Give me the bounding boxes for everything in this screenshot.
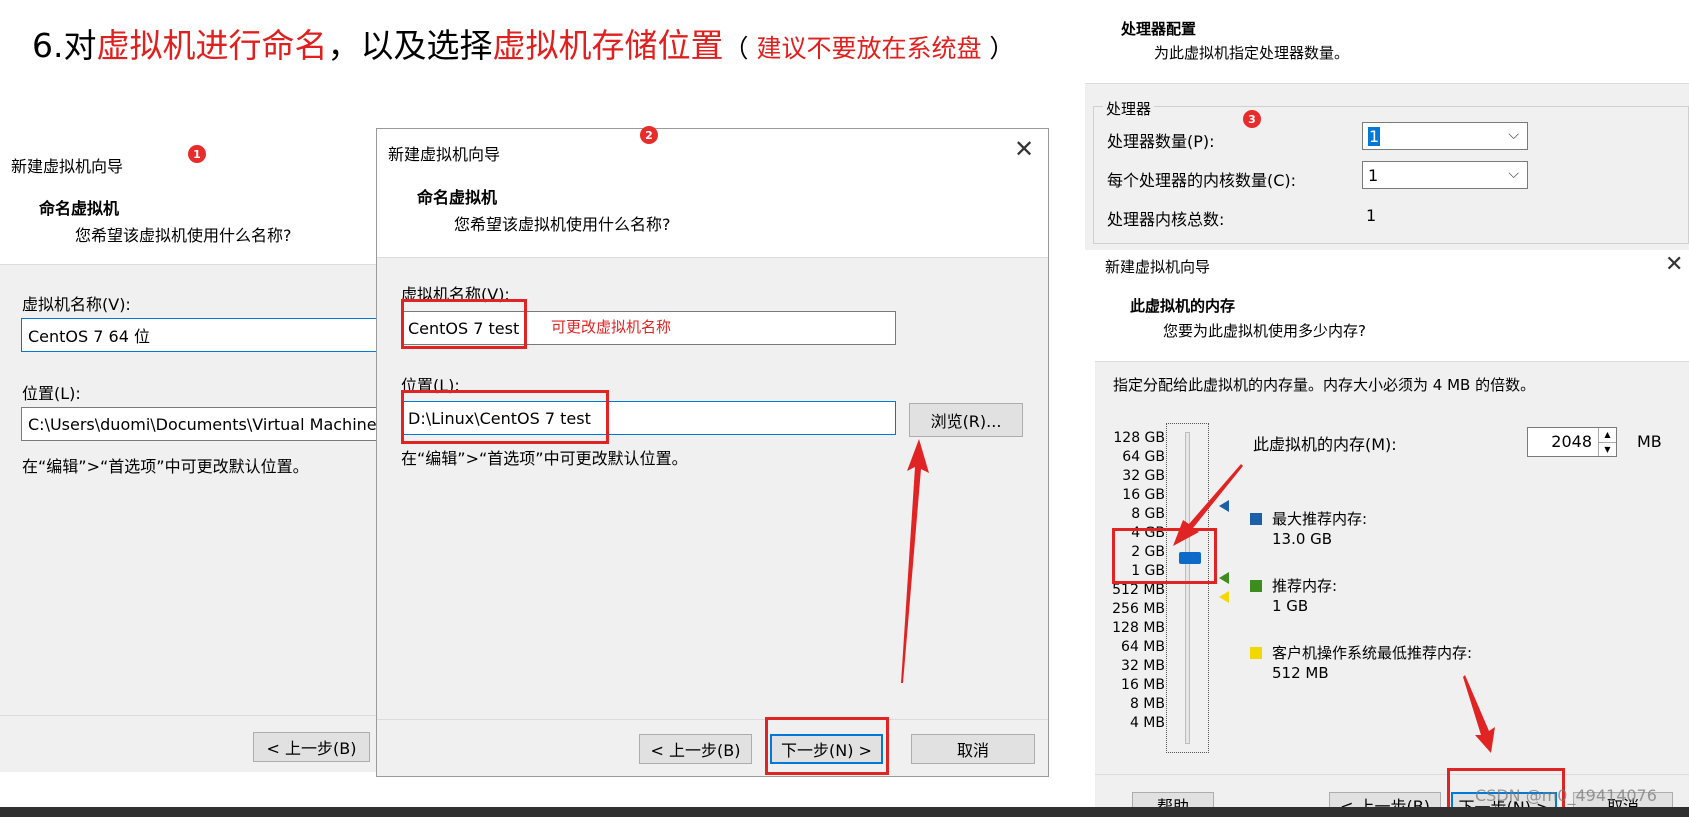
dialog2-name-annotation: 可更改虚拟机名称	[551, 318, 672, 336]
title-step: 6.对	[32, 26, 97, 65]
memory-description: 指定分配给此虚拟机的内存量。内存大小必须为 4 MB 的倍数。	[1113, 376, 1536, 394]
dialog2-hint: 在“编辑”>“首选项”中可更改默认位置。	[401, 449, 688, 468]
processor-count-value: 1	[1368, 126, 1381, 146]
processor-header-title: 处理器配置	[1121, 20, 1197, 38]
scale-label: 2 GB	[1131, 544, 1165, 560]
recommended-value: 1 GB	[1272, 597, 1309, 615]
scale-label: 128 MB	[1112, 620, 1165, 636]
bottom-strip	[0, 807, 1689, 817]
title-paren-open: （	[723, 34, 749, 63]
processor-count-select[interactable]: 1 ⌵	[1362, 122, 1528, 150]
processor-panel: 处理器配置 为此虚拟机指定处理器数量。 处理器 3 处理器数量(P): 1 ⌵ …	[1085, 0, 1689, 250]
dialog1-name-input[interactable]: CentOS 7 64 位	[21, 318, 380, 352]
memory-slider-thumb[interactable]	[1179, 552, 1201, 564]
dialog1-step-badge: 1	[188, 145, 206, 163]
watermark: CSDN @m0_49414076	[1475, 786, 1657, 805]
dialog2-cancel-button[interactable]: 取消	[911, 734, 1035, 764]
processor-total-value: 1	[1366, 206, 1377, 225]
scale-label: 4 GB	[1131, 525, 1165, 541]
processor-count-label: 处理器数量(P):	[1107, 132, 1215, 151]
processor-cores-label: 每个处理器的内核数量(C):	[1107, 171, 1297, 190]
processor-group-label: 处理器	[1103, 98, 1155, 119]
stepper-down-icon[interactable]: ▼	[1598, 442, 1616, 456]
title-part1: 虚拟机进行命名	[96, 26, 328, 65]
scale-label: 16 GB	[1122, 487, 1165, 503]
dialog1-header-title: 命名虚拟机	[39, 199, 120, 218]
title-part2: 虚拟机存储位置	[492, 26, 724, 65]
dialog2-name-label: 虚拟机名称(V):	[401, 285, 510, 304]
stepper-up-icon[interactable]: ▲	[1598, 428, 1616, 442]
max-recommended-label: 最大推荐内存:	[1272, 510, 1368, 528]
scale-label: 128 GB	[1113, 430, 1165, 446]
dialog2-next-button[interactable]: 下一步(N) >	[770, 734, 883, 764]
scale-label: 8 GB	[1131, 506, 1165, 522]
min-recommended-value: 512 MB	[1272, 664, 1329, 682]
scale-label: 16 MB	[1121, 677, 1165, 693]
min-recommended-label: 客户机操作系统最低推荐内存:	[1272, 644, 1473, 662]
dialog1: 新建虚拟机向导 1 命名虚拟机 您希望该虚拟机使用什么名称? 虚拟机名称(V):…	[0, 135, 380, 772]
arrow-to-slider-icon	[1173, 464, 1243, 546]
scale-label: 32 GB	[1122, 468, 1165, 484]
processor-total-label: 处理器内核总数:	[1107, 210, 1225, 229]
title-paren-close: ）	[989, 34, 1015, 63]
dialog2-header-title: 命名虚拟机	[417, 188, 498, 207]
chevron-down-icon: ⌵	[1508, 166, 1519, 182]
dialog1-name-label: 虚拟机名称(V):	[22, 295, 131, 314]
scale-label: 64 MB	[1121, 639, 1165, 655]
recommended-label: 推荐内存:	[1272, 577, 1338, 595]
dialog1-header-subtitle: 您希望该虚拟机使用什么名称?	[75, 226, 292, 245]
scale-label: 4 MB	[1129, 715, 1165, 731]
memory-window-title: 新建虚拟机向导	[1105, 258, 1211, 276]
scale-label: 64 GB	[1122, 449, 1165, 465]
dialog1-location-input[interactable]: C:\Users\duomi\Documents\Virtual Machine…	[21, 407, 380, 441]
recommended-swatch	[1250, 580, 1262, 592]
memory-unit: MB	[1637, 432, 1662, 451]
scale-label: 8 MB	[1129, 696, 1165, 712]
memory-header-subtitle: 您要为此虚拟机使用多少内存?	[1163, 322, 1366, 340]
dialog1-location-label: 位置(L):	[22, 384, 81, 403]
arrow-to-next-icon	[1463, 675, 1495, 753]
dialog2-header-subtitle: 您希望该虚拟机使用什么名称?	[454, 215, 671, 234]
memory-scale: 128 GB 64 GB 32 GB 16 GB 8 GB 4 GB 2 GB …	[1095, 430, 1165, 740]
dialog2-browse-button[interactable]: 浏览(R)...	[909, 403, 1023, 437]
title-note: 建议不要放在系统盘	[748, 34, 990, 63]
memory-close-icon[interactable]: ✕	[1665, 252, 1683, 277]
chevron-down-icon: ⌵	[1508, 127, 1519, 143]
memory-value-label: 此虚拟机的内存(M):	[1253, 435, 1397, 454]
processor-cores-select[interactable]: 1 ⌵	[1362, 161, 1528, 189]
memory-header-title: 此虚拟机的内存	[1130, 297, 1236, 315]
dialog1-back-button[interactable]: < 上一步(B)	[253, 732, 370, 762]
page-title: 6.对虚拟机进行命名，以及选择虚拟机存储位置（ 建议不要放在系统盘 ）	[32, 16, 1014, 76]
scale-label: 1 GB	[1131, 563, 1165, 579]
recommended-marker-icon	[1219, 572, 1229, 584]
title-sep: ，以及选择	[327, 26, 493, 65]
processor-cores-value: 1	[1368, 165, 1379, 185]
dialog2-location-label: 位置(L):	[401, 376, 460, 395]
memory-value-stepper[interactable]: 2048 ▲ ▼	[1527, 427, 1617, 457]
dialog1-window-title: 新建虚拟机向导	[11, 157, 124, 176]
dialog2-location-input[interactable]: D:\Linux\CentOS 7 test	[401, 401, 896, 435]
dialog2-step-badge: 2	[640, 126, 658, 144]
memory-dialog: 新建虚拟机向导 ✕ 此虚拟机的内存 您要为此虚拟机使用多少内存? 指定分配给此虚…	[1095, 250, 1689, 817]
processor-step-badge: 3	[1243, 110, 1261, 128]
scale-label: 256 MB	[1112, 601, 1165, 617]
memory-value-input[interactable]: 2048	[1551, 432, 1592, 451]
max-recommended-value: 13.0 GB	[1272, 530, 1333, 548]
dialog1-hint: 在“编辑”>“首选项”中可更改默认位置。	[22, 457, 309, 476]
arrow-to-browse-icon	[901, 439, 929, 683]
dialog2-close-icon[interactable]: ✕	[1014, 137, 1034, 161]
min-recommended-swatch	[1250, 647, 1262, 659]
max-recommended-swatch	[1250, 513, 1262, 525]
scale-label: 512 MB	[1112, 582, 1165, 598]
dialog2-window-title: 新建虚拟机向导	[388, 145, 501, 164]
scale-label: 32 MB	[1121, 658, 1165, 674]
processor-header-subtitle: 为此虚拟机指定处理器数量。	[1154, 44, 1350, 62]
dialog2: 新建虚拟机向导 2 ✕ 命名虚拟机 您希望该虚拟机使用什么名称? 虚拟机名称(V…	[376, 126, 1049, 777]
min-recommended-marker-icon	[1219, 591, 1229, 603]
dialog2-back-button[interactable]: < 上一步(B)	[639, 734, 752, 764]
